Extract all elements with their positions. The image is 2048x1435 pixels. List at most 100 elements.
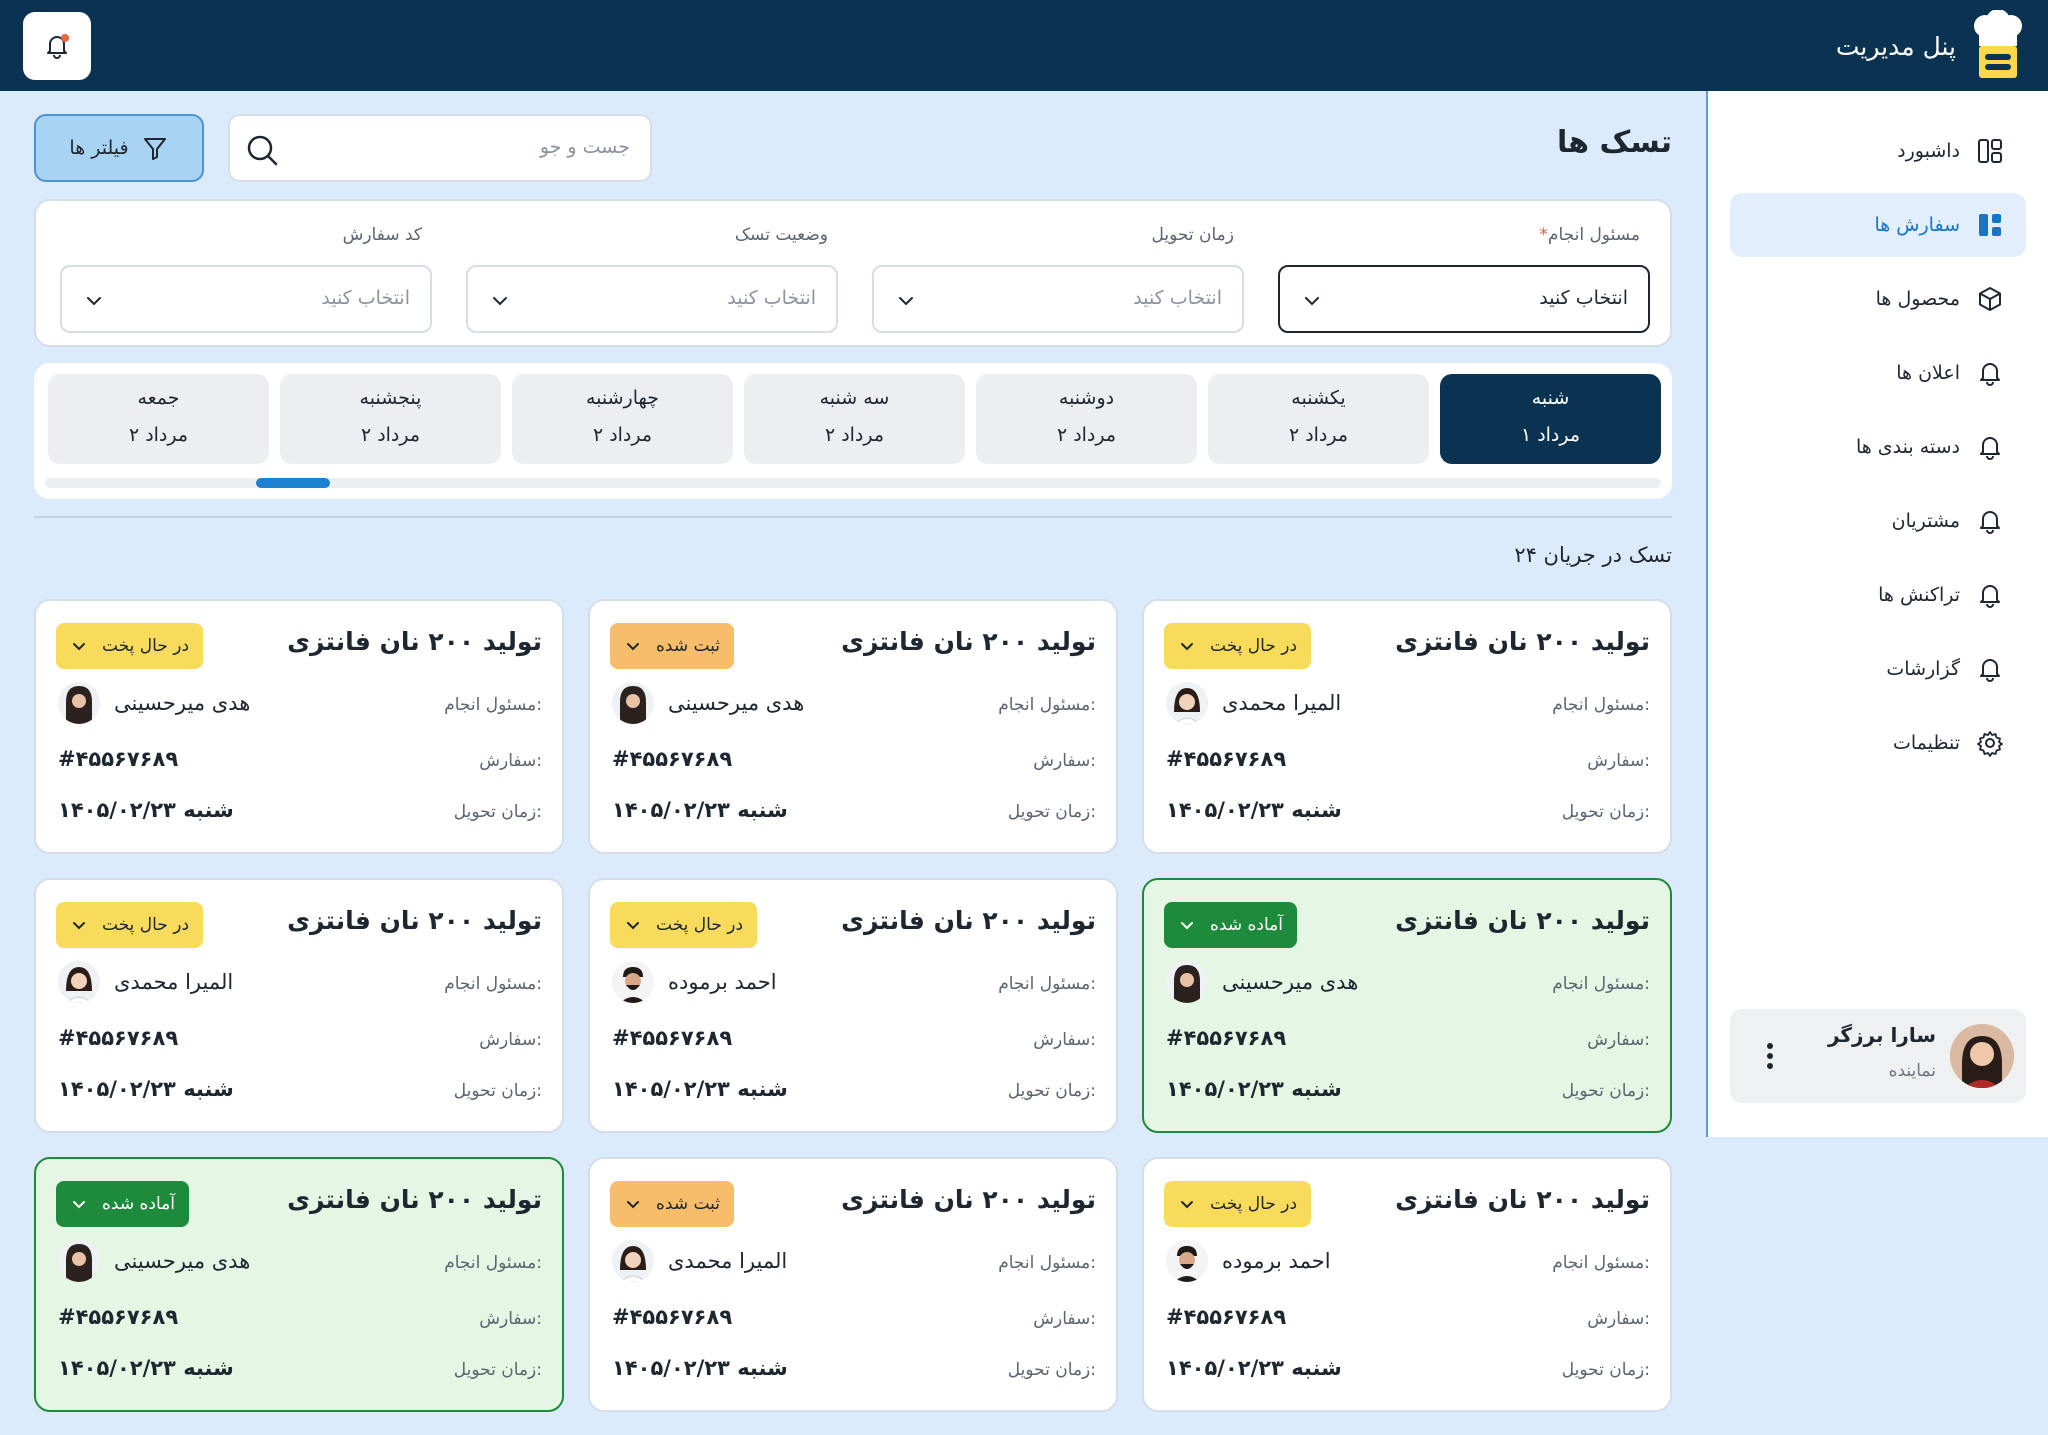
avatar — [1166, 1240, 1208, 1282]
avatar — [58, 961, 100, 1003]
delivery-date: شنبه ۱۴۰۵/۰۲/۲۳ — [1166, 798, 1342, 822]
assignee-name: المیرا محمدی — [668, 1249, 788, 1273]
sidebar-item-customers[interactable]: مشتریان — [1730, 489, 2026, 553]
avatar — [1166, 961, 1208, 1003]
task-count: ۲۴ تسک در جریان — [1514, 543, 1672, 567]
status-label: در حال پخت — [1210, 1194, 1298, 1214]
sidebar-item-label: سفارش ها — [1874, 214, 1960, 236]
status-dropdown[interactable]: در حال پخت — [610, 902, 758, 948]
task-card[interactable]: تولید ۲۰۰ نان فانتزی آماده شده مسئول انج… — [1142, 878, 1672, 1133]
assignee-label: مسئول انجام: — [1552, 974, 1650, 994]
assignee-select[interactable]: انتخاب کنید — [1278, 265, 1650, 333]
bell-icon — [1980, 363, 2000, 386]
order-code-select[interactable]: انتخاب کنید — [60, 265, 432, 333]
delivery-date: شنبه ۱۴۰۵/۰۲/۲۳ — [612, 1077, 788, 1101]
day-tab-tuesday[interactable]: سه شنبه ۲ مرداد — [744, 374, 965, 464]
status-label: آماده شده — [102, 1194, 175, 1214]
filters-button-label: فیلتر ها — [69, 137, 129, 159]
delivery-date: شنبه ۱۴۰۵/۰۲/۲۳ — [612, 1356, 788, 1380]
user-profile-card[interactable]: سارا برزگر نماینده — [1730, 1009, 2026, 1103]
status-dropdown[interactable]: در حال پخت — [56, 623, 204, 669]
status-dropdown[interactable]: در حال پخت — [1164, 1181, 1312, 1227]
status-dropdown[interactable]: آماده شده — [56, 1181, 189, 1227]
chevron-down-icon — [87, 297, 101, 306]
status-dropdown[interactable]: در حال پخت — [1164, 623, 1312, 669]
day-tab-sunday[interactable]: یکشنبه ۲ مرداد — [1208, 374, 1429, 464]
select-value: انتخاب کنید — [1539, 287, 1628, 309]
chevron-down-icon — [73, 643, 85, 651]
top-bar: پنل مدیریت — [0, 0, 2048, 91]
chevron-down-icon — [1181, 1201, 1193, 1209]
app-title: پنل مدیریت — [1835, 31, 1956, 61]
page-title: تسک ها — [1556, 125, 1672, 160]
avatar — [612, 961, 654, 1003]
sidebar-item-orders[interactable]: سفارش ها — [1730, 193, 2026, 257]
status-label: ثبت شده — [656, 1194, 721, 1214]
status-dropdown[interactable]: در حال پخت — [56, 902, 204, 948]
task-card[interactable]: تولید ۲۰۰ نان فانتزی در حال پخت مسئول ان… — [34, 878, 564, 1133]
assignee-label: مسئول انجام: — [998, 974, 1096, 994]
sidebar-item-transactions[interactable]: تراکنش ها — [1730, 563, 2026, 627]
filter-icon — [143, 138, 166, 160]
avatar — [612, 1240, 654, 1282]
select-value: انتخاب کنید — [321, 287, 410, 309]
bell-icon — [1980, 585, 2000, 608]
sidebar-item-settings[interactable]: تنظیمات — [1730, 711, 2026, 775]
avatar — [58, 1240, 100, 1282]
day-tab-wednesday[interactable]: چهارشنبه ۲ مرداد — [512, 374, 733, 464]
sidebar-item-products[interactable]: محصول ها — [1730, 267, 2026, 331]
task-card[interactable]: تولید ۲۰۰ نان فانتزی ثبت شده مسئول انجام… — [588, 599, 1118, 854]
sidebar-item-notifications[interactable]: اعلان ها — [1730, 341, 2026, 405]
profile-role: نماینده — [1888, 1061, 1936, 1081]
sidebar-item-reports[interactable]: گزارشات — [1730, 637, 2026, 701]
order-label: سفارش: — [479, 1309, 542, 1329]
status-dropdown[interactable]: ثبت شده — [610, 1181, 735, 1227]
delivery-label: زمان تحویل: — [1561, 802, 1650, 822]
task-card[interactable]: تولید ۲۰۰ نان فانتزی ثبت شده مسئول انجام… — [588, 1157, 1118, 1412]
chevron-down-icon — [1181, 643, 1193, 651]
sidebar-item-dashboard[interactable]: داشبورد — [1730, 119, 2026, 183]
status-dropdown[interactable]: آماده شده — [1164, 902, 1297, 948]
field-label: کد سفارش — [342, 225, 422, 245]
assignee-name: هدی میرحسینی — [114, 1249, 251, 1273]
assignee-label: مسئول انجام: — [998, 1253, 1096, 1273]
search-input[interactable]: جست و جو — [228, 114, 652, 182]
task-cards-grid: تولید ۲۰۰ نان فانتزی در حال پخت مسئول ان… — [34, 599, 1672, 1413]
more-options-icon[interactable] — [1760, 1041, 1780, 1071]
filters-button[interactable]: فیلتر ها — [34, 114, 204, 182]
day-tab-monday[interactable]: دوشنبه ۲ مرداد — [976, 374, 1197, 464]
assignee: هدی میرحسینی — [58, 1239, 250, 1283]
day-tab-saturday[interactable]: شنبه ۱ مرداد — [1440, 374, 1661, 464]
chevron-down-icon — [627, 1201, 639, 1209]
task-status-select[interactable]: انتخاب کنید — [466, 265, 838, 333]
field-label: *مسئول انجام — [1525, 225, 1640, 245]
day-tab-friday[interactable]: جمعه ۲ مرداد — [48, 374, 269, 464]
task-card[interactable]: تولید ۲۰۰ نان فانتزی آماده شده مسئول انج… — [34, 1157, 564, 1412]
task-card[interactable]: تولید ۲۰۰ نان فانتزی در حال پخت مسئول ان… — [588, 878, 1118, 1133]
task-card[interactable]: تولید ۲۰۰ نان فانتزی در حال پخت مسئول ان… — [34, 599, 564, 854]
status-dropdown[interactable]: ثبت شده — [610, 623, 735, 669]
brand[interactable]: پنل مدیریت — [1835, 9, 2024, 82]
task-title: تولید ۲۰۰ نان فانتزی — [841, 1185, 1096, 1214]
delivery-time-select[interactable]: انتخاب کنید — [872, 265, 1244, 333]
task-card[interactable]: تولید ۲۰۰ نان فانتزی در حال پخت مسئول ان… — [1142, 1157, 1672, 1412]
day-date: ۱ مرداد — [1520, 424, 1581, 446]
day-date: ۲ مرداد — [824, 424, 885, 446]
scrollbar-thumb[interactable] — [256, 478, 330, 488]
order-label: سفارش: — [1033, 751, 1096, 771]
task-card[interactable]: تولید ۲۰۰ نان فانتزی در حال پخت مسئول ان… — [1142, 599, 1672, 854]
order-number: #۴۵۵۶۷۶۸۹ — [58, 747, 179, 771]
day-tab-thursday[interactable]: پنجشنبه ۲ مرداد — [280, 374, 501, 464]
assignee-name: المیرا محمدی — [1222, 691, 1342, 715]
sidebar-item-categories[interactable]: دسته بندی ها — [1730, 415, 2026, 479]
day-name: جمعه — [137, 387, 180, 409]
notifications-button[interactable] — [23, 12, 91, 80]
delivery-label: زمان تحویل: — [1561, 1360, 1650, 1380]
order-number: #۴۵۵۶۷۶۸۹ — [612, 1026, 733, 1050]
delivery-date: شنبه ۱۴۰۵/۰۲/۲۳ — [58, 1077, 234, 1101]
chevron-down-icon — [73, 922, 85, 930]
day-name: دوشنبه — [1058, 387, 1115, 409]
field-label: وضعیت تسک — [734, 225, 828, 245]
gear-icon — [1977, 731, 2003, 757]
order-number: #۴۵۵۶۷۶۸۹ — [1166, 1026, 1287, 1050]
